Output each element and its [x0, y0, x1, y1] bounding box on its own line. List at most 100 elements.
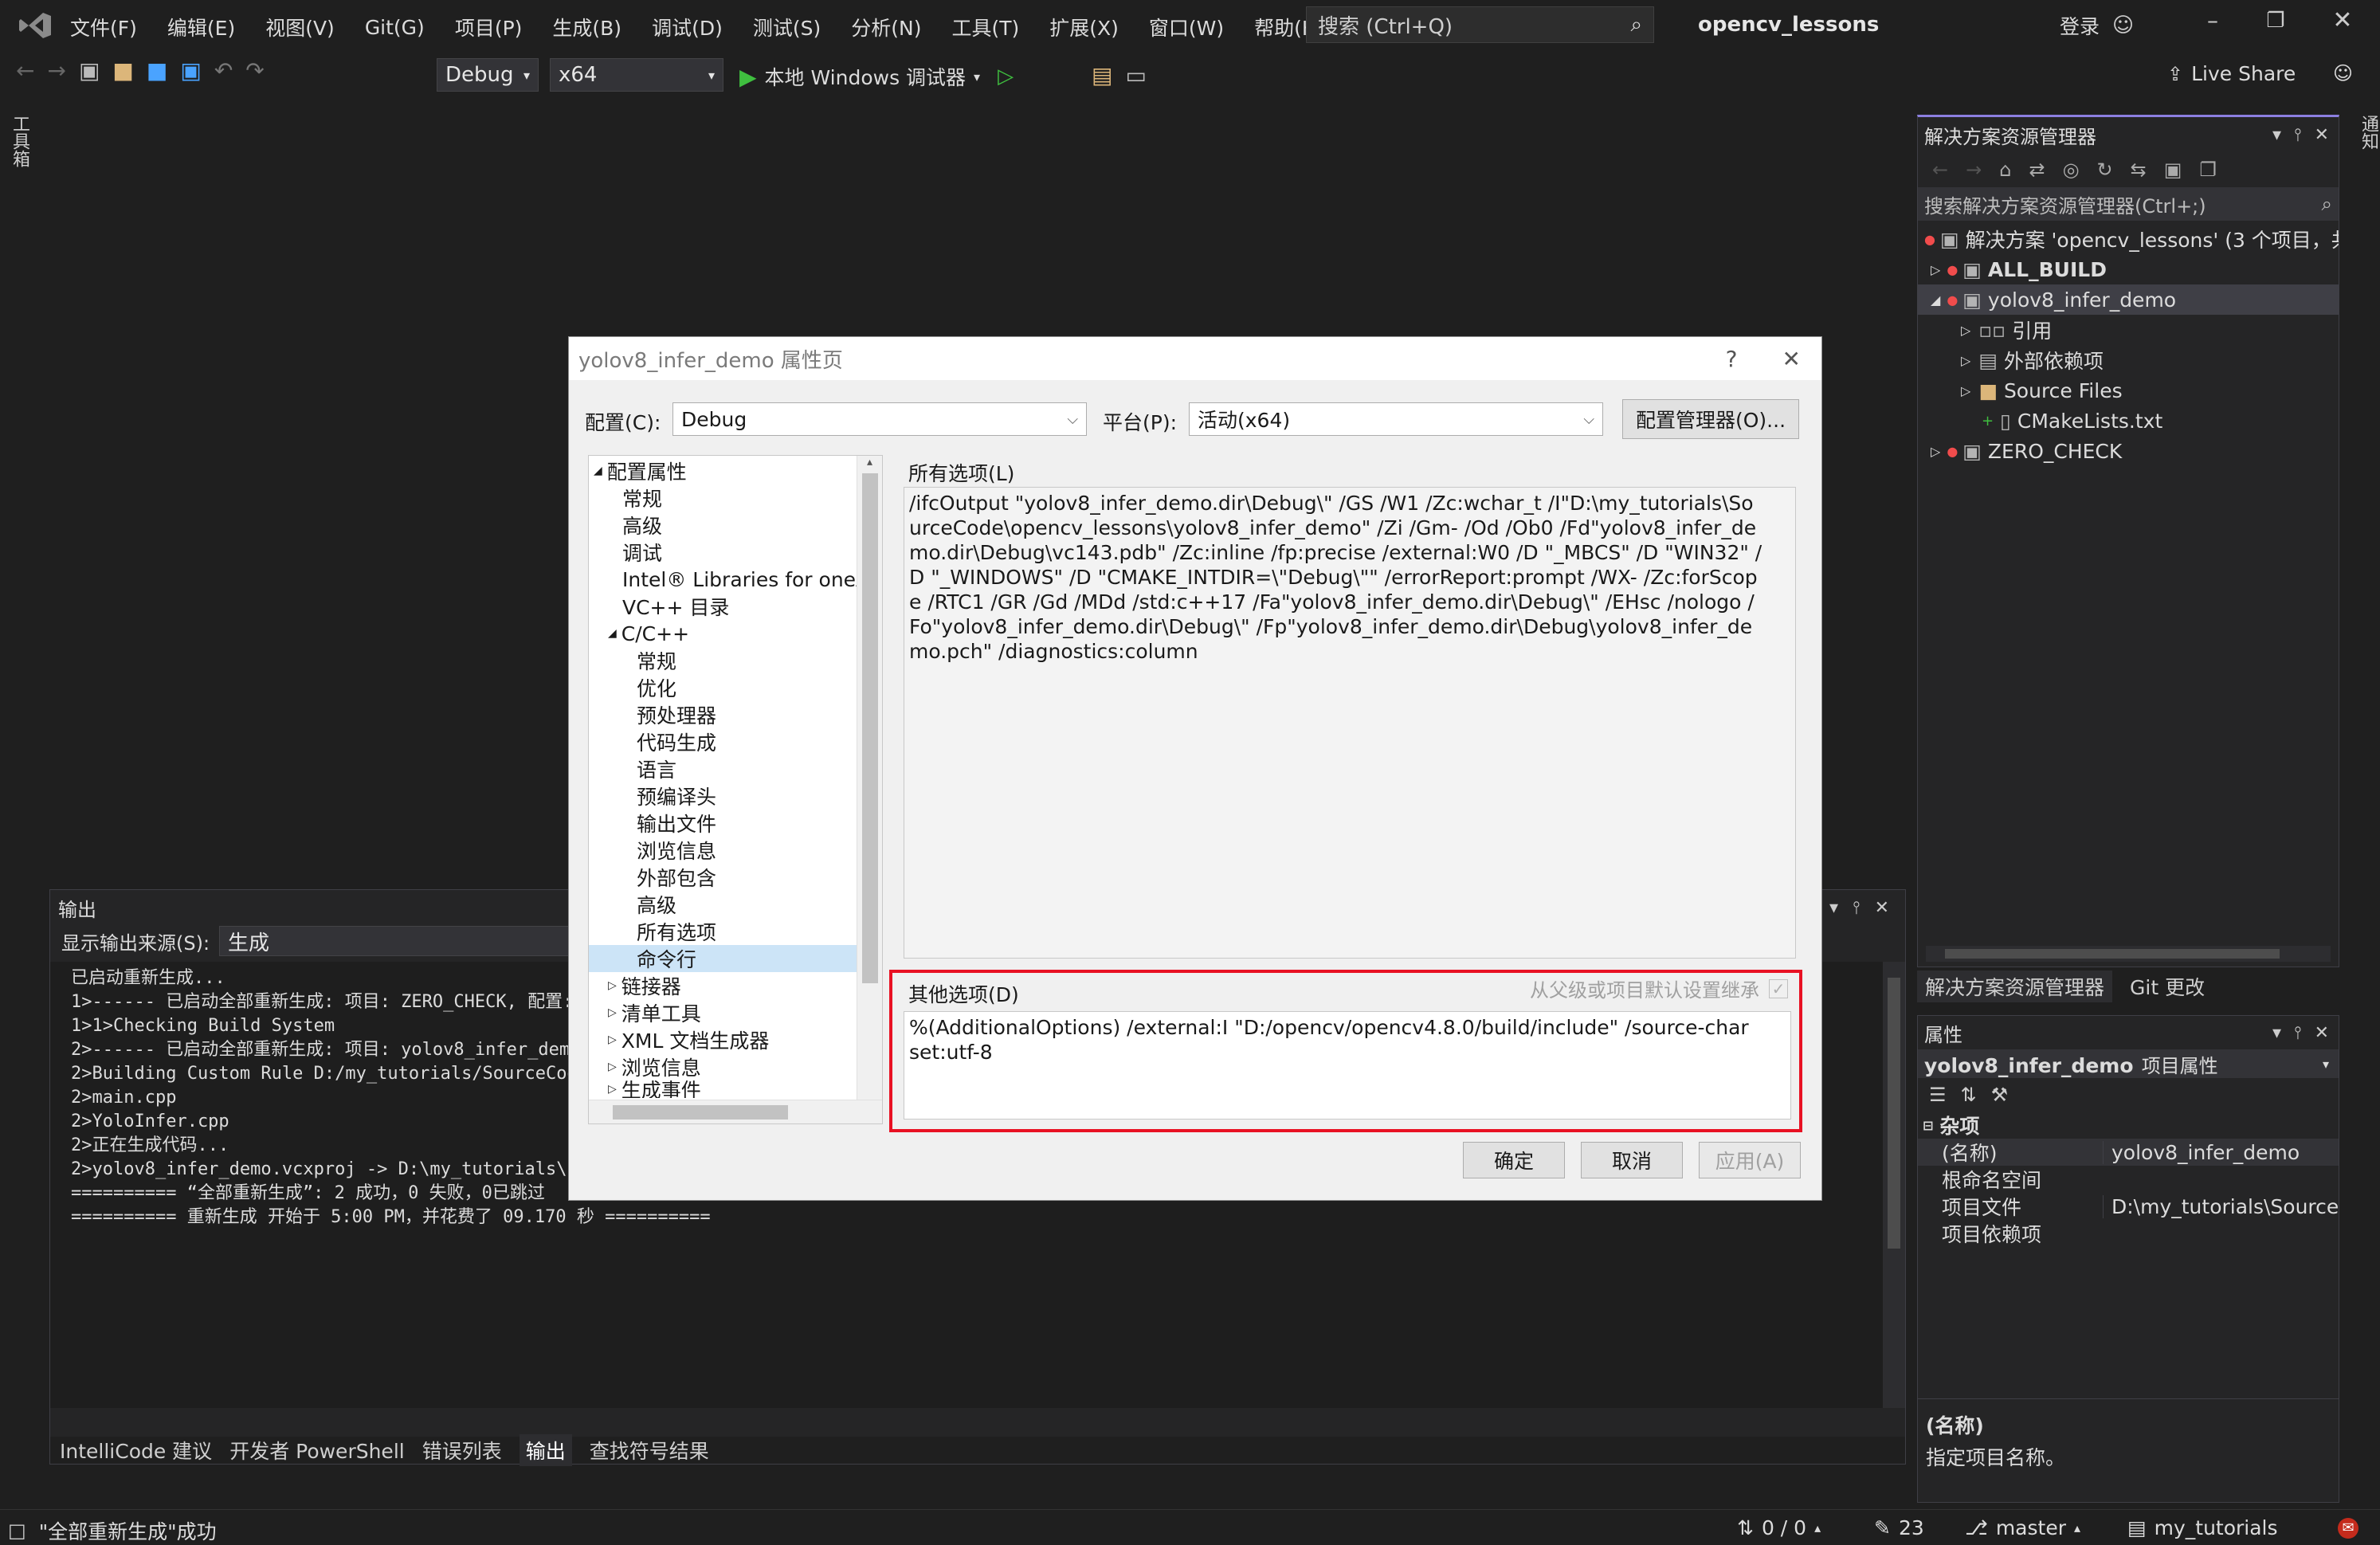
tree-item-yolov8-infer-demo[interactable]: ◢ ● ▣ yolov8_infer_demo — [1918, 284, 2339, 315]
properties-icon[interactable]: ❐ — [2199, 159, 2217, 181]
tree-vertical-scrollbar[interactable]: ▴ — [857, 456, 882, 1100]
pin-icon[interactable]: ⫯ — [2294, 125, 2302, 145]
menu-project[interactable]: 项目(P) — [455, 13, 523, 41]
back-icon[interactable]: ← — [1932, 159, 1948, 181]
tree-item-references[interactable]: ▷ ▫▫ 引用 — [1918, 315, 2339, 345]
tree-cpp-optimization[interactable]: 优化 — [589, 674, 857, 701]
tree-advanced[interactable]: 高级 — [589, 512, 857, 539]
collapse-icon[interactable]: ⊟ — [1923, 1118, 1933, 1133]
tab-git-changes[interactable]: Git 更改 — [2130, 972, 2205, 1001]
property-value[interactable]: D:\my_tutorials\SourceC — [2103, 1194, 2339, 1218]
chevron-down-icon[interactable]: ▾ — [2272, 1023, 2281, 1043]
menu-git[interactable]: Git(G) — [365, 16, 425, 39]
tree-item-cmakelists[interactable]: + ▯ CMakeLists.txt — [1918, 406, 2339, 436]
forward-icon[interactable]: → — [1966, 159, 1982, 181]
close-icon[interactable]: ✕ — [1875, 898, 1889, 918]
chevron-down-icon[interactable]: ▾ — [1829, 898, 1838, 918]
property-row-root-namespace[interactable]: 根命名空间 — [1918, 1166, 2339, 1193]
menu-tools[interactable]: 工具(T) — [951, 13, 1019, 41]
start-without-debug-icon[interactable]: ▷ — [998, 65, 1014, 88]
tree-cpp-advanced[interactable]: 高级 — [589, 891, 857, 918]
close-icon[interactable]: ✕ — [2315, 125, 2329, 145]
tree-config-properties[interactable]: ◢ 配置属性 — [589, 457, 857, 484]
config-dropdown[interactable]: Debug ▾ — [437, 58, 539, 92]
branch-selector[interactable]: ⎇ master ▴ — [1965, 1516, 2080, 1539]
tree-cpp-precompiled-headers[interactable]: 预编译头 — [589, 782, 857, 810]
new-item-icon[interactable]: ▣ — [79, 57, 100, 84]
expand-icon[interactable]: ▷ — [608, 1033, 617, 1046]
properties-object-selector[interactable]: yolov8_infer_demo 项目属性 ▾ — [1918, 1049, 2339, 1078]
restore-button[interactable]: ❐ — [2242, 9, 2309, 33]
expand-icon[interactable]: ▷ — [608, 979, 617, 992]
property-row-name[interactable]: (名称) yolov8_infer_demo — [1918, 1139, 2339, 1166]
property-row-dependencies[interactable]: 项目依赖项 — [1918, 1220, 2339, 1247]
tree-vc-directories[interactable]: VC++ 目录 — [589, 593, 857, 620]
categorized-icon[interactable]: ☰ — [1929, 1084, 1947, 1106]
apply-button[interactable]: 应用(A) — [1699, 1142, 1801, 1178]
tab-find-symbol-results[interactable]: 查找符号结果 — [590, 1436, 709, 1465]
save-icon[interactable]: ■ — [147, 57, 167, 84]
property-pages-icon[interactable]: ⚒ — [1991, 1084, 2009, 1106]
show-all-files-icon[interactable]: ◎ — [2063, 159, 2080, 181]
solution-search-input[interactable]: 搜索解决方案资源管理器(Ctrl+;) ⌕ — [1918, 187, 2339, 221]
config-manager-button[interactable]: 配置管理器(O)... — [1622, 399, 1799, 439]
menu-test[interactable]: 测试(S) — [753, 13, 821, 41]
collapse-all-icon[interactable]: ▣ — [2164, 159, 2182, 181]
minimize-button[interactable]: – — [2183, 7, 2242, 33]
expand-icon[interactable]: ▷ — [608, 1061, 617, 1073]
other-options-textbox[interactable]: %(AdditionalOptions) /external:I "D:/ope… — [904, 1011, 1791, 1120]
tree-cpp-output-files[interactable]: 输出文件 — [589, 810, 857, 837]
all-options-textbox[interactable]: /ifcOutput "yolov8_infer_demo.dir\Debug\… — [904, 487, 1796, 959]
expand-icon[interactable]: ▷ — [608, 1006, 617, 1019]
solution-horizontal-scrollbar[interactable] — [1926, 946, 2331, 962]
save-all-icon[interactable]: ▣ — [180, 57, 201, 84]
forward-icon[interactable]: → — [47, 57, 65, 84]
toolbox-tab[interactable]: 工具箱 — [6, 115, 32, 167]
tree-linker[interactable]: ▷ 链接器 — [589, 972, 857, 999]
tree-item-zero-check[interactable]: ▷ ● ▣ ZERO_CHECK — [1918, 436, 2339, 466]
tree-item-source-files[interactable]: ▷ ■ Source Files — [1918, 375, 2339, 406]
menu-view[interactable]: 视图(V) — [265, 13, 335, 41]
feedback-icon[interactable]: ☺ — [2333, 62, 2353, 84]
menu-debug[interactable]: 调试(D) — [652, 13, 723, 41]
collapse-icon[interactable]: ◢ — [594, 465, 602, 477]
dialog-platform-dropdown[interactable]: 活动(x64) ⌵ — [1189, 402, 1603, 436]
close-icon[interactable]: ✕ — [1782, 346, 1801, 372]
pin-icon[interactable]: ⫯ — [2294, 1023, 2302, 1043]
menu-window[interactable]: 窗口(W) — [1149, 13, 1224, 41]
person-icon[interactable]: ☺ — [2112, 14, 2134, 37]
output-source-dropdown[interactable]: 生成 — [219, 926, 586, 956]
search-input[interactable]: 搜索 (Ctrl+Q) ⌕ — [1306, 6, 1654, 43]
switch-views-icon[interactable]: ⇄ — [2029, 159, 2045, 181]
close-button[interactable]: ✕ — [2309, 6, 2376, 34]
tree-item-solution[interactable]: ● ▣ 解决方案 'opencv_lessons' (3 个项目，共 3 — [1918, 224, 2339, 254]
home-icon[interactable]: ⌂ — [1999, 159, 2011, 181]
tree-xml-doc-generator[interactable]: ▷ XML 文档生成器 — [589, 1026, 857, 1053]
changes-indicator[interactable]: ⇅ 0 / 0 ▴ — [1737, 1516, 1821, 1539]
back-icon[interactable]: ← — [16, 57, 34, 84]
ok-button[interactable]: 确定 — [1463, 1142, 1565, 1178]
expand-icon[interactable]: ▷ — [608, 1083, 617, 1096]
notifications-tab[interactable]: 通知 — [2355, 115, 2380, 150]
inherit-checkbox[interactable]: 从父级或项目默认设置继承 ✓ — [1530, 974, 1788, 1002]
menu-analyze[interactable]: 分析(N) — [851, 13, 921, 41]
tree-cpp-general[interactable]: 常规 — [589, 647, 857, 674]
tree-cpp-all-options[interactable]: 所有选项 — [589, 918, 857, 945]
menu-extensions[interactable]: 扩展(X) — [1049, 13, 1119, 41]
notification-bell-icon[interactable]: ✉ — [2338, 1518, 2358, 1539]
tree-debugging[interactable]: 调试 — [589, 539, 857, 566]
cancel-button[interactable]: 取消 — [1581, 1142, 1683, 1178]
menu-file[interactable]: 文件(F) — [70, 13, 137, 41]
tree-cpp-preprocessor[interactable]: 预处理器 — [589, 701, 857, 728]
expand-icon[interactable]: ▷ — [1961, 323, 1970, 338]
repo-selector[interactable]: ▤ my_tutorials — [2127, 1516, 2278, 1539]
tree-item-external-deps[interactable]: ▷ ▤ 外部依赖项 — [1918, 345, 2339, 375]
tree-cpp-codegen[interactable]: 代码生成 — [589, 728, 857, 755]
output-toggle-icon[interactable]: □ — [8, 1520, 26, 1542]
tree-horizontal-scrollbar[interactable] — [589, 1100, 882, 1123]
live-share-button[interactable]: ⇪ Live Share — [2167, 62, 2296, 85]
tab-output[interactable]: 输出 — [519, 1434, 572, 1466]
dialog-config-dropdown[interactable]: Debug ⌵ — [672, 402, 1087, 436]
redo-icon[interactable]: ↷ — [245, 57, 264, 84]
tree-item-all-build[interactable]: ▷ ● ▣ ALL_BUILD — [1918, 254, 2339, 284]
